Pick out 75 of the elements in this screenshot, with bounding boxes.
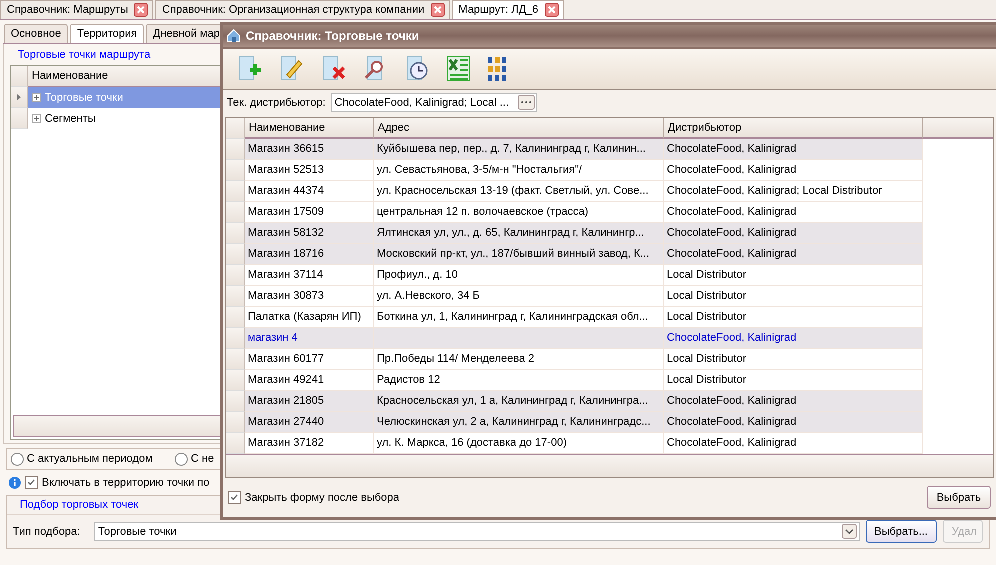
- column-header[interactable]: Адрес: [374, 118, 664, 139]
- field-label: Тип подбора:: [13, 526, 80, 538]
- distributor-field[interactable]: ChocolateFood, Kalinigrad; Local ...: [330, 93, 537, 112]
- tab-label: Маршрут: ЛД_6: [458, 4, 539, 16]
- table-cell: Магазин 44374: [245, 181, 374, 202]
- period-radio[interactable]: С актуальным периодом: [11, 452, 161, 466]
- table-cell: Ялтинская ул, ул., д. 65, Калининград г, Калинингр...: [374, 223, 664, 244]
- table-cell: Магазин 58132: [245, 223, 374, 244]
- table-cell: Local Distributor: [664, 286, 923, 307]
- tab-label: Справочник: Организационная структура компании: [162, 4, 425, 16]
- table-cell: Магазин 60177: [245, 349, 374, 370]
- more-icon[interactable]: [518, 95, 535, 110]
- close-icon[interactable]: [430, 3, 445, 17]
- table-cell: Магазин 37114: [245, 265, 374, 286]
- row-header: [226, 118, 245, 139]
- document-tab[interactable]: Справочник: Маршруты: [0, 0, 154, 19]
- data-grid-icon[interactable]: [487, 56, 509, 82]
- header-filler: [923, 118, 993, 139]
- table-cell: ChocolateFood, Kalinigrad; Local Distributor: [664, 181, 923, 202]
- table-cell: магазин 4: [245, 328, 374, 349]
- close-icon[interactable]: [134, 3, 148, 17]
- info-icon: [9, 476, 21, 488]
- table-cell: Пр.Победы 114/ Менделеева 2: [374, 349, 664, 370]
- table-cell: Профиул., д. 10: [374, 265, 664, 286]
- document-tab[interactable]: Маршрут: ЛД_6: [452, 0, 564, 19]
- column-header[interactable]: Дистрибьютор: [664, 118, 923, 139]
- table-cell: ул. Красносельская 13-19 (факт. Светлый, ул. Сове...: [374, 181, 664, 202]
- table-cell: Магазин 27440: [245, 412, 374, 433]
- tab-label: Справочник: Маршруты: [7, 4, 128, 16]
- table-cell: Local Distributor: [664, 265, 923, 286]
- table-cell: Челюскинская ул, 2 а, Калининград г, Калининградс...: [374, 412, 664, 433]
- table-cell: Магазин 30873: [245, 286, 374, 307]
- table-cell: ChocolateFood, Kalinigrad: [664, 244, 923, 265]
- action-button[interactable]: Выбрать...: [866, 520, 937, 543]
- table-cell: Московский пр-кт, ул., 187/бывший винный завод, К...: [374, 244, 664, 265]
- table-cell: ChocolateFood, Kalinigrad: [664, 223, 923, 244]
- table-cell: Магазин 52513: [245, 160, 374, 181]
- row-pointer-icon: [17, 94, 21, 100]
- section-tab[interactable]: Основное: [4, 24, 68, 43]
- document-tab[interactable]: Справочник: Организационная структура компании: [155, 0, 450, 19]
- table-cell: Красносельская ул, 1 а, Калининград г, Калинингра...: [374, 391, 664, 412]
- section-tab[interactable]: Территория: [70, 24, 144, 43]
- delete-icon[interactable]: [321, 55, 347, 83]
- table-cell: ChocolateFood, Kalinigrad: [664, 412, 923, 433]
- expand-icon[interactable]: [32, 114, 41, 123]
- table-cell: ChocolateFood, Kalinigrad: [664, 139, 923, 160]
- dialog-title: Справочник: Торговые точки: [246, 29, 420, 43]
- table-cell: ул. А.Невского, 34 Б: [374, 286, 664, 307]
- house-icon: [227, 29, 241, 43]
- radio-icon[interactable]: [11, 452, 24, 466]
- add-icon[interactable]: [237, 55, 263, 83]
- table-cell: Магазин 18716: [245, 244, 374, 265]
- spreadsheet-icon[interactable]: [447, 56, 471, 82]
- table-cell: Магазин 21805: [245, 391, 374, 412]
- table-cell: Куйбышева пер, пер., д. 7, Калининград г, Калинин...: [374, 139, 664, 160]
- checkbox-label: Включать в территорию точки по: [42, 476, 210, 488]
- radio-label: С актуальным периодом: [27, 453, 153, 465]
- tree-item[interactable]: Сегменты: [28, 108, 225, 129]
- table-cell: Магазин 36615: [245, 139, 374, 160]
- table-cell: ChocolateFood, Kalinigrad: [664, 391, 923, 412]
- table-cell: ул. Севастьянова, 3-5/м-н "Ностальгия"/: [374, 160, 664, 181]
- column-header[interactable]: Наименование: [245, 118, 374, 139]
- period-radio[interactable]: С не: [175, 452, 214, 466]
- table-cell: ChocolateFood, Kalinigrad: [664, 160, 923, 181]
- edit-icon[interactable]: [279, 55, 305, 83]
- select-button[interactable]: Выбрать: [927, 486, 991, 509]
- table-cell: ChocolateFood, Kalinigrad: [664, 328, 923, 349]
- group-title: Торговые точки маршрута: [17, 48, 152, 63]
- radio-icon[interactable]: [175, 452, 188, 466]
- table-cell: Local Distributor: [664, 349, 923, 370]
- field-label: Тек. дистрибьютор:: [227, 96, 326, 108]
- type-dropdown[interactable]: Торговые точки: [94, 522, 860, 541]
- radio-label: С не: [191, 453, 214, 465]
- close-icon[interactable]: [544, 3, 559, 17]
- expand-icon[interactable]: [32, 93, 41, 102]
